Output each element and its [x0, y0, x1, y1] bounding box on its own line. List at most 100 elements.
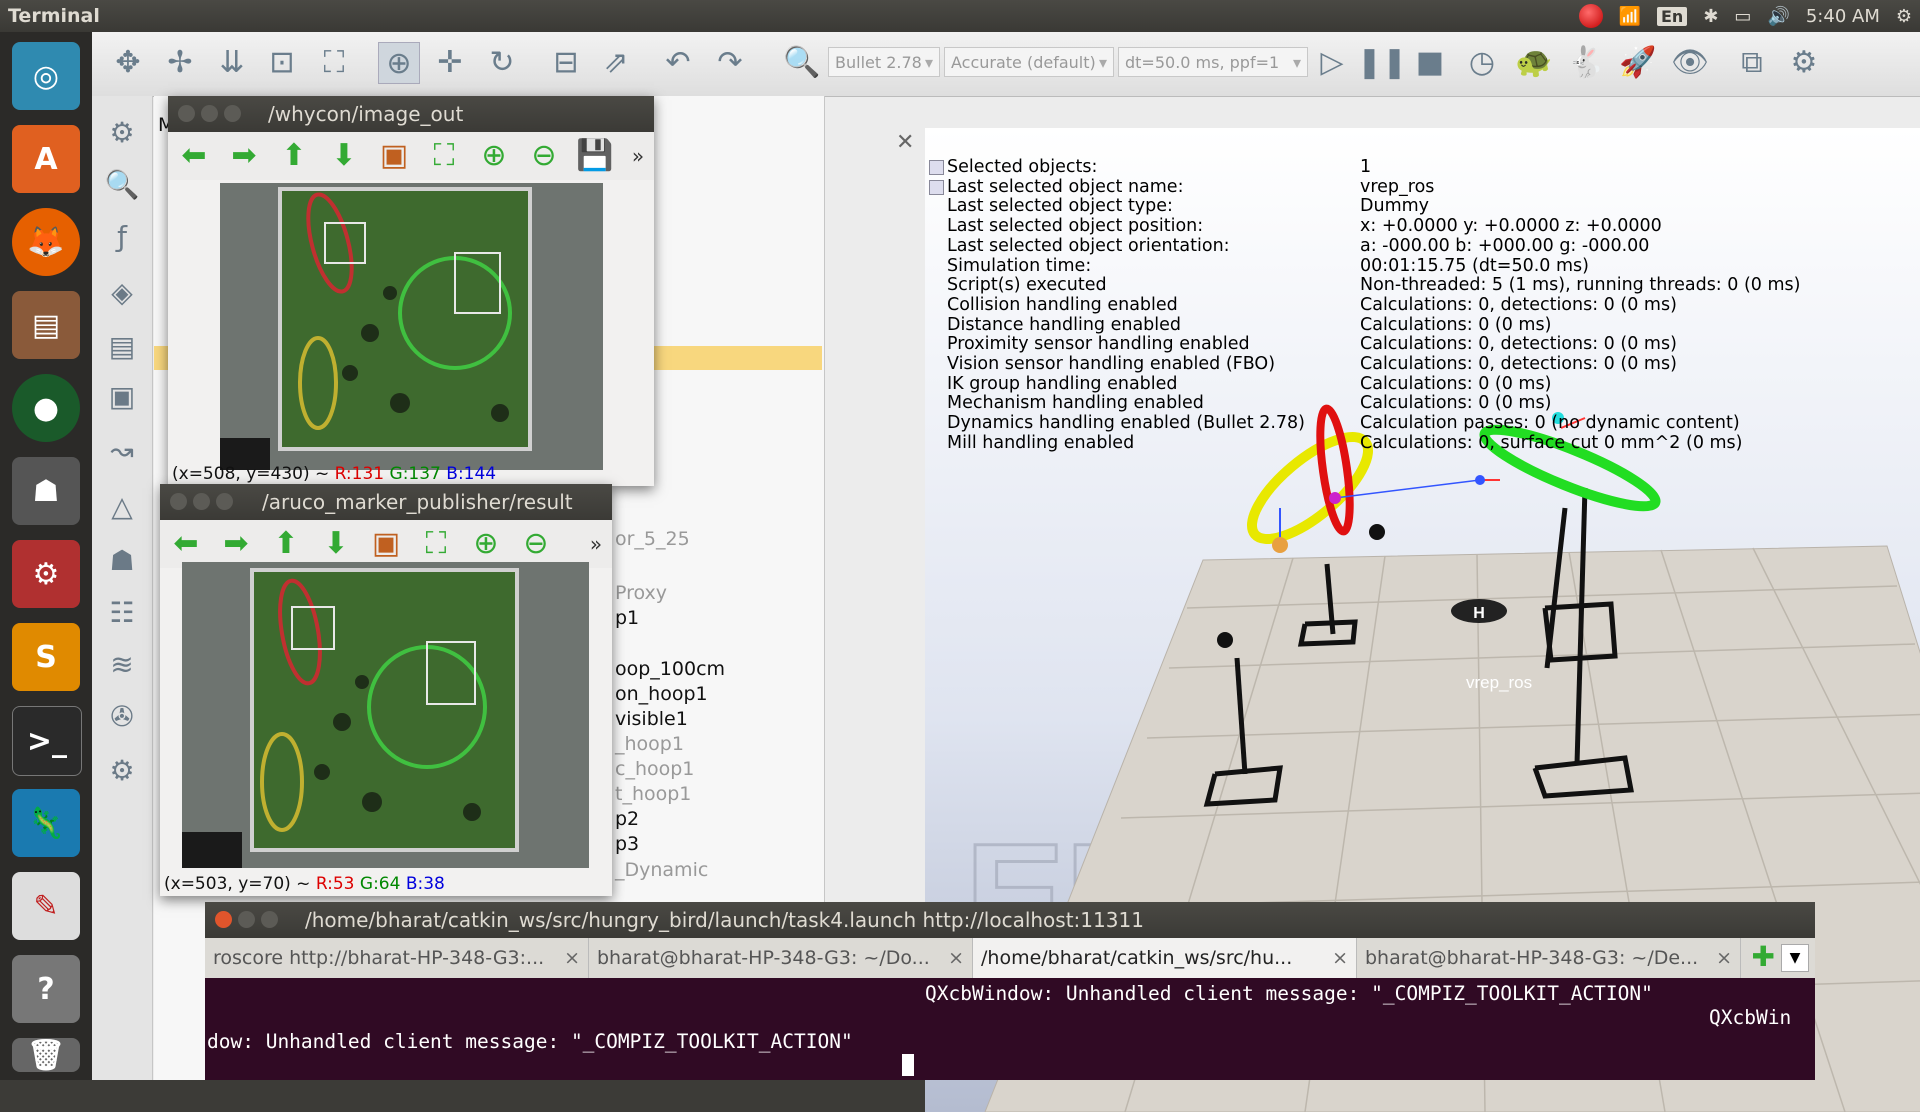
window-titlebar[interactable]: /whycon/image_out	[168, 96, 654, 132]
gazebo-icon[interactable]: 🦎	[12, 789, 80, 857]
close-tab-icon[interactable]: ×	[948, 938, 964, 978]
terminal-tab[interactable]: bharat@bharat-HP-348-G3: ~/Do... ×	[589, 938, 973, 978]
start-simulation-icon[interactable]: ▷	[1312, 42, 1352, 82]
zoom-in-icon[interactable]: ⊕	[476, 138, 512, 174]
terminal-cursor[interactable]	[902, 1054, 914, 1076]
scene-zoom-icon[interactable]: 🔍	[102, 164, 142, 204]
camera-image[interactable]	[220, 183, 603, 470]
zoom-box-icon[interactable]: ⛶	[426, 138, 462, 174]
model-browser-icon[interactable]: ☗	[102, 540, 142, 580]
hierarchy-item[interactable]: or_5_25	[615, 528, 690, 550]
back-arrow-icon[interactable]: ⬅	[176, 138, 212, 174]
window-titlebar[interactable]: /aruco_marker_publisher/result	[160, 484, 612, 520]
hierarchy-item[interactable]: c_hoop1	[615, 758, 694, 780]
fit-to-view-icon[interactable]: ⛶	[314, 42, 354, 82]
hierarchy-item[interactable]: _hoop1	[615, 733, 684, 755]
camera-app-icon[interactable]: ●	[12, 374, 80, 442]
page-selector-icon[interactable]: ⧉	[1732, 42, 1772, 82]
forward-arrow-icon[interactable]: ➡	[226, 138, 262, 174]
info-collapse-icon[interactable]	[929, 160, 944, 175]
shape-edit-icon[interactable]: ▣	[102, 376, 142, 416]
close-window-icon[interactable]	[178, 105, 195, 122]
camera-rotate-icon[interactable]: ✢	[160, 42, 200, 82]
scripts-icon[interactable]: ▤	[102, 326, 142, 366]
files-icon[interactable]: ▤	[12, 291, 80, 359]
window-titlebar[interactable]: /home/bharat/catkin_ws/src/hungry_bird/l…	[205, 902, 1815, 938]
object-shift-icon[interactable]: ✛	[430, 42, 470, 82]
stop-simulation-icon[interactable]: ■	[1410, 42, 1450, 82]
video-recorder-icon[interactable]: ✇	[102, 696, 142, 736]
close-hierarchy-icon[interactable]: ✕	[896, 130, 914, 155]
help-icon[interactable]: ?	[12, 955, 80, 1023]
terminal-tab[interactable]: bharat@bharat-HP-348-G3: ~/De... ×	[1357, 938, 1741, 978]
user-settings-icon[interactable]: ⚙	[102, 750, 142, 790]
assemble-icon[interactable]: ⊟	[546, 42, 586, 82]
down-arrow-icon[interactable]: ⬇	[326, 138, 362, 174]
back-arrow-icon[interactable]: ⬅	[168, 526, 204, 562]
terminal-icon[interactable]: >_	[12, 706, 82, 776]
zoom-in-icon[interactable]: ⊕	[468, 526, 504, 562]
camera-pan-icon[interactable]: ✥	[108, 42, 148, 82]
collections-icon[interactable]: ◈	[102, 272, 142, 312]
down-arrow-icon[interactable]: ⬇	[318, 526, 354, 562]
minimize-window-icon[interactable]	[238, 911, 255, 928]
timestep-select[interactable]: dt=50.0 ms, ppf=1	[1118, 47, 1308, 78]
hierarchy-item[interactable]: p3	[615, 833, 639, 855]
calculation-modules-icon[interactable]: ƒ	[102, 216, 142, 256]
record-indicator-icon[interactable]	[1578, 4, 1603, 28]
transfer-dna-icon[interactable]: ⇗	[596, 42, 636, 82]
trash-icon[interactable]: 🗑	[12, 1038, 80, 1073]
dynamics-icon[interactable]: 🔍	[782, 42, 822, 82]
maximize-window-icon[interactable]	[261, 911, 278, 928]
camera-image[interactable]	[182, 562, 589, 868]
up-arrow-icon[interactable]: ⬆	[276, 138, 312, 174]
volume-icon[interactable]: 🔊	[1767, 6, 1789, 27]
close-window-icon[interactable]	[215, 911, 232, 928]
zoom-out-icon[interactable]: ⊖	[518, 526, 554, 562]
hierarchy-item[interactable]: oop_100cm	[615, 658, 725, 680]
accuracy-select[interactable]: Accurate (default)	[944, 47, 1114, 78]
camera-shift-icon[interactable]: ⇊	[212, 42, 252, 82]
new-tab-icon[interactable]: ✚	[1752, 942, 1775, 972]
close-window-icon[interactable]	[170, 493, 187, 510]
save-image-icon[interactable]: 💾	[576, 138, 613, 174]
real-time-icon[interactable]: ◷	[1462, 42, 1502, 82]
object-rotate-icon[interactable]: ↻	[482, 42, 522, 82]
physics-engine-select[interactable]: Bullet 2.78	[828, 47, 940, 78]
hierarchy-item[interactable]: Proxy	[615, 582, 667, 604]
toggle-visualization-icon[interactable]: 👁	[1670, 42, 1710, 82]
selection-icon[interactable]: △	[102, 486, 142, 526]
close-tab-icon[interactable]: ×	[1716, 938, 1732, 978]
terminal-tab[interactable]: roscore http://bharat-HP-348-G3:... ×	[205, 938, 589, 978]
simulation-settings-icon[interactable]: ⚙	[102, 112, 142, 152]
hierarchy-item[interactable]: on_hoop1	[615, 683, 708, 705]
clock[interactable]: 5:40 AM	[1806, 6, 1880, 27]
fit-image-icon[interactable]: ▣	[376, 138, 412, 174]
firefox-icon[interactable]: 🦊	[12, 208, 80, 276]
zoom-out-icon[interactable]: ⊖	[526, 138, 562, 174]
undo-icon[interactable]: ↶	[658, 42, 698, 82]
scene-hierarchy-icon[interactable]: ☷	[102, 592, 142, 632]
info-toggle-icon[interactable]	[929, 180, 944, 195]
system-settings-icon[interactable]: ⚙	[12, 540, 80, 608]
minimize-window-icon[interactable]	[193, 493, 210, 510]
layers-icon[interactable]: ≋	[102, 644, 142, 684]
software-center-icon[interactable]: A	[12, 125, 80, 193]
close-tab-icon[interactable]: ×	[1332, 938, 1348, 978]
path-edit-icon[interactable]: ↝	[102, 430, 142, 470]
pdf-viewer-icon[interactable]: ✎	[12, 872, 80, 940]
hierarchy-item[interactable]: visible1	[615, 708, 688, 730]
pause-simulation-icon[interactable]: ❚❚	[1357, 42, 1407, 82]
slow-down-icon[interactable]: 🐢	[1514, 42, 1554, 82]
click-select-icon[interactable]: ⊕	[378, 42, 420, 84]
threaded-rendering-icon[interactable]: 🚀	[1618, 42, 1658, 82]
minimize-window-icon[interactable]	[201, 105, 218, 122]
fit-image-icon[interactable]: ▣	[368, 526, 404, 562]
settings-gear-icon[interactable]: ⚙	[1896, 6, 1912, 27]
tab-list-menu-icon[interactable]: ▼	[1781, 944, 1809, 972]
terminal-tab-active[interactable]: /home/bharat/catkin_ws/src/hu... ×	[973, 938, 1357, 978]
robot-app-icon[interactable]: ☗	[12, 457, 80, 525]
hierarchy-item[interactable]: t_hoop1	[615, 783, 691, 805]
close-tab-icon[interactable]: ×	[564, 938, 580, 978]
hierarchy-item[interactable]: p1	[615, 607, 639, 629]
